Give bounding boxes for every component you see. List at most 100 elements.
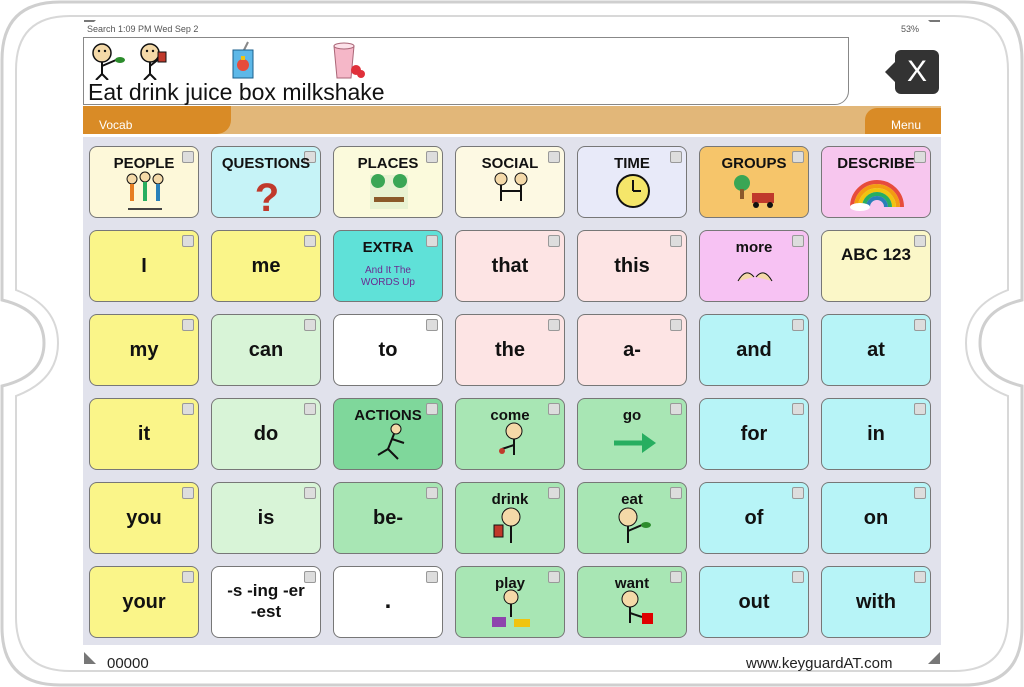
status-left: Search 1:09 PM Wed Sep 2 [87, 24, 199, 34]
vocab-button[interactable]: SOCIAL [455, 146, 565, 218]
milkshake-icon [333, 42, 365, 79]
vocab-button[interactable]: of [699, 482, 809, 554]
vocab-button[interactable]: to [333, 314, 443, 386]
more-hands-icon [737, 272, 773, 282]
vocab-button[interactable]: . [333, 566, 443, 638]
play-icon [492, 589, 530, 627]
vocab-button[interactable]: ABC 123 [821, 230, 931, 302]
vocab-button-label: is [257, 507, 275, 529]
vocab-button[interactable]: do [211, 398, 321, 470]
vocab-button-label: it [137, 423, 151, 445]
vocab-button-label: with [856, 591, 896, 613]
app-screen: Search 1:09 PM Wed Sep 2 53% Eat drink j… [83, 22, 941, 650]
edit-badge-icon [304, 235, 316, 247]
vocab-button[interactable]: a- [577, 314, 687, 386]
vocab-button[interactable]: can [211, 314, 321, 386]
vocab-button[interactable]: come [455, 398, 565, 470]
edit-badge-icon [792, 403, 804, 415]
vocab-button-label: I [141, 255, 147, 277]
vocab-button[interactable]: GROUPS [699, 146, 809, 218]
friends-icon [494, 172, 528, 201]
edit-badge-icon [670, 235, 682, 247]
vocab-button[interactable]: the [455, 314, 565, 386]
edit-badge-icon [792, 571, 804, 583]
edit-badge-icon [914, 571, 926, 583]
vocabulary-grid: PEOPLE QUESTIONS? PLACES SOCIAL TIME GROUPS DE… [83, 137, 941, 645]
vocab-button[interactable]: be- [333, 482, 443, 554]
vocab-button[interactable]: you [89, 482, 199, 554]
vocab-button-label: in [867, 423, 885, 445]
question-mark-icon: ? [255, 176, 279, 217]
vocab-button[interactable]: on [821, 482, 931, 554]
vocab-button[interactable]: play [455, 566, 565, 638]
vocab-button[interactable]: I [89, 230, 199, 302]
edit-badge-icon [426, 571, 438, 583]
vocab-button-label: and [736, 339, 772, 361]
vocab-button[interactable]: my [89, 314, 199, 386]
edit-badge-icon [548, 235, 560, 247]
edit-badge-icon [914, 487, 926, 499]
tab-menu[interactable]: Menu [865, 108, 941, 134]
clear-button[interactable]: X [885, 50, 939, 94]
edit-badge-icon [182, 571, 194, 583]
vocab-button[interactable]: -s -ing -er -est [211, 566, 321, 638]
vocab-button[interactable]: more [699, 230, 809, 302]
vocab-button-label: be- [373, 507, 403, 529]
tab-vocab[interactable]: Vocab [83, 106, 231, 134]
vocab-button[interactable]: in [821, 398, 931, 470]
vocab-button-label: that [491, 255, 529, 277]
edit-badge-icon [182, 235, 194, 247]
running-icon [377, 423, 405, 460]
vocab-button-label: me [251, 255, 281, 277]
vocab-button[interactable]: drink [455, 482, 565, 554]
extra-words-subtitle: And It The WORDS Up [361, 265, 415, 288]
vocab-button-label: the [495, 339, 525, 361]
rainbow-icon [850, 180, 904, 211]
vocab-button[interactable]: QUESTIONS? [211, 146, 321, 218]
edit-badge-icon [182, 319, 194, 331]
vocab-button[interactable]: is [211, 482, 321, 554]
people-icon [126, 171, 164, 210]
vocab-button-label: my [129, 339, 159, 361]
come-icon [499, 422, 523, 455]
footer-url[interactable]: www.keyguardAT.com [746, 655, 892, 672]
arrow-right-icon [614, 433, 656, 453]
clock-icon [616, 174, 650, 208]
vocab-button[interactable]: at [821, 314, 931, 386]
vocab-button[interactable]: EXTRA And It The WORDS Up [333, 230, 443, 302]
vocab-button[interactable]: want [577, 566, 687, 638]
vocab-button[interactable]: PLACES [333, 146, 443, 218]
vocab-button[interactable]: DESCRIBE [821, 146, 931, 218]
edit-badge-icon [548, 319, 560, 331]
vocab-button-label: to [378, 339, 398, 361]
vocab-button[interactable]: go [577, 398, 687, 470]
vocab-button-label: a- [623, 339, 641, 361]
vocab-button[interactable]: PEOPLE [89, 146, 199, 218]
vocab-button[interactable]: and [699, 314, 809, 386]
park-icon [370, 174, 408, 209]
edit-badge-icon [304, 403, 316, 415]
vocab-button[interactable]: out [699, 566, 809, 638]
clear-icon: X [906, 55, 927, 88]
vocab-button[interactable]: TIME [577, 146, 687, 218]
vocab-button[interactable]: for [699, 398, 809, 470]
edit-badge-icon [792, 487, 804, 499]
vocab-button[interactable]: this [577, 230, 687, 302]
vocab-button[interactable]: that [455, 230, 565, 302]
vocab-button[interactable]: eat [577, 482, 687, 554]
vocab-button[interactable]: with [821, 566, 931, 638]
vocab-button[interactable]: your [89, 566, 199, 638]
vocab-button-label: . [384, 587, 392, 614]
message-bar[interactable]: Eat drink juice box milkshake [83, 37, 849, 105]
vocab-button[interactable]: ACTIONS [333, 398, 443, 470]
status-bar: Search 1:09 PM Wed Sep 2 53% [83, 22, 941, 38]
vocab-button[interactable]: me [211, 230, 321, 302]
message-text: Eat drink juice box milkshake [88, 79, 385, 105]
vocab-button-label: this [614, 255, 650, 277]
vocab-button[interactable]: it [89, 398, 199, 470]
vocab-button-label: -s -ing -er -est [227, 581, 305, 621]
edit-badge-icon [792, 319, 804, 331]
edit-badge-icon [182, 487, 194, 499]
edit-badge-icon [426, 319, 438, 331]
vocab-button-label: of [744, 507, 764, 529]
